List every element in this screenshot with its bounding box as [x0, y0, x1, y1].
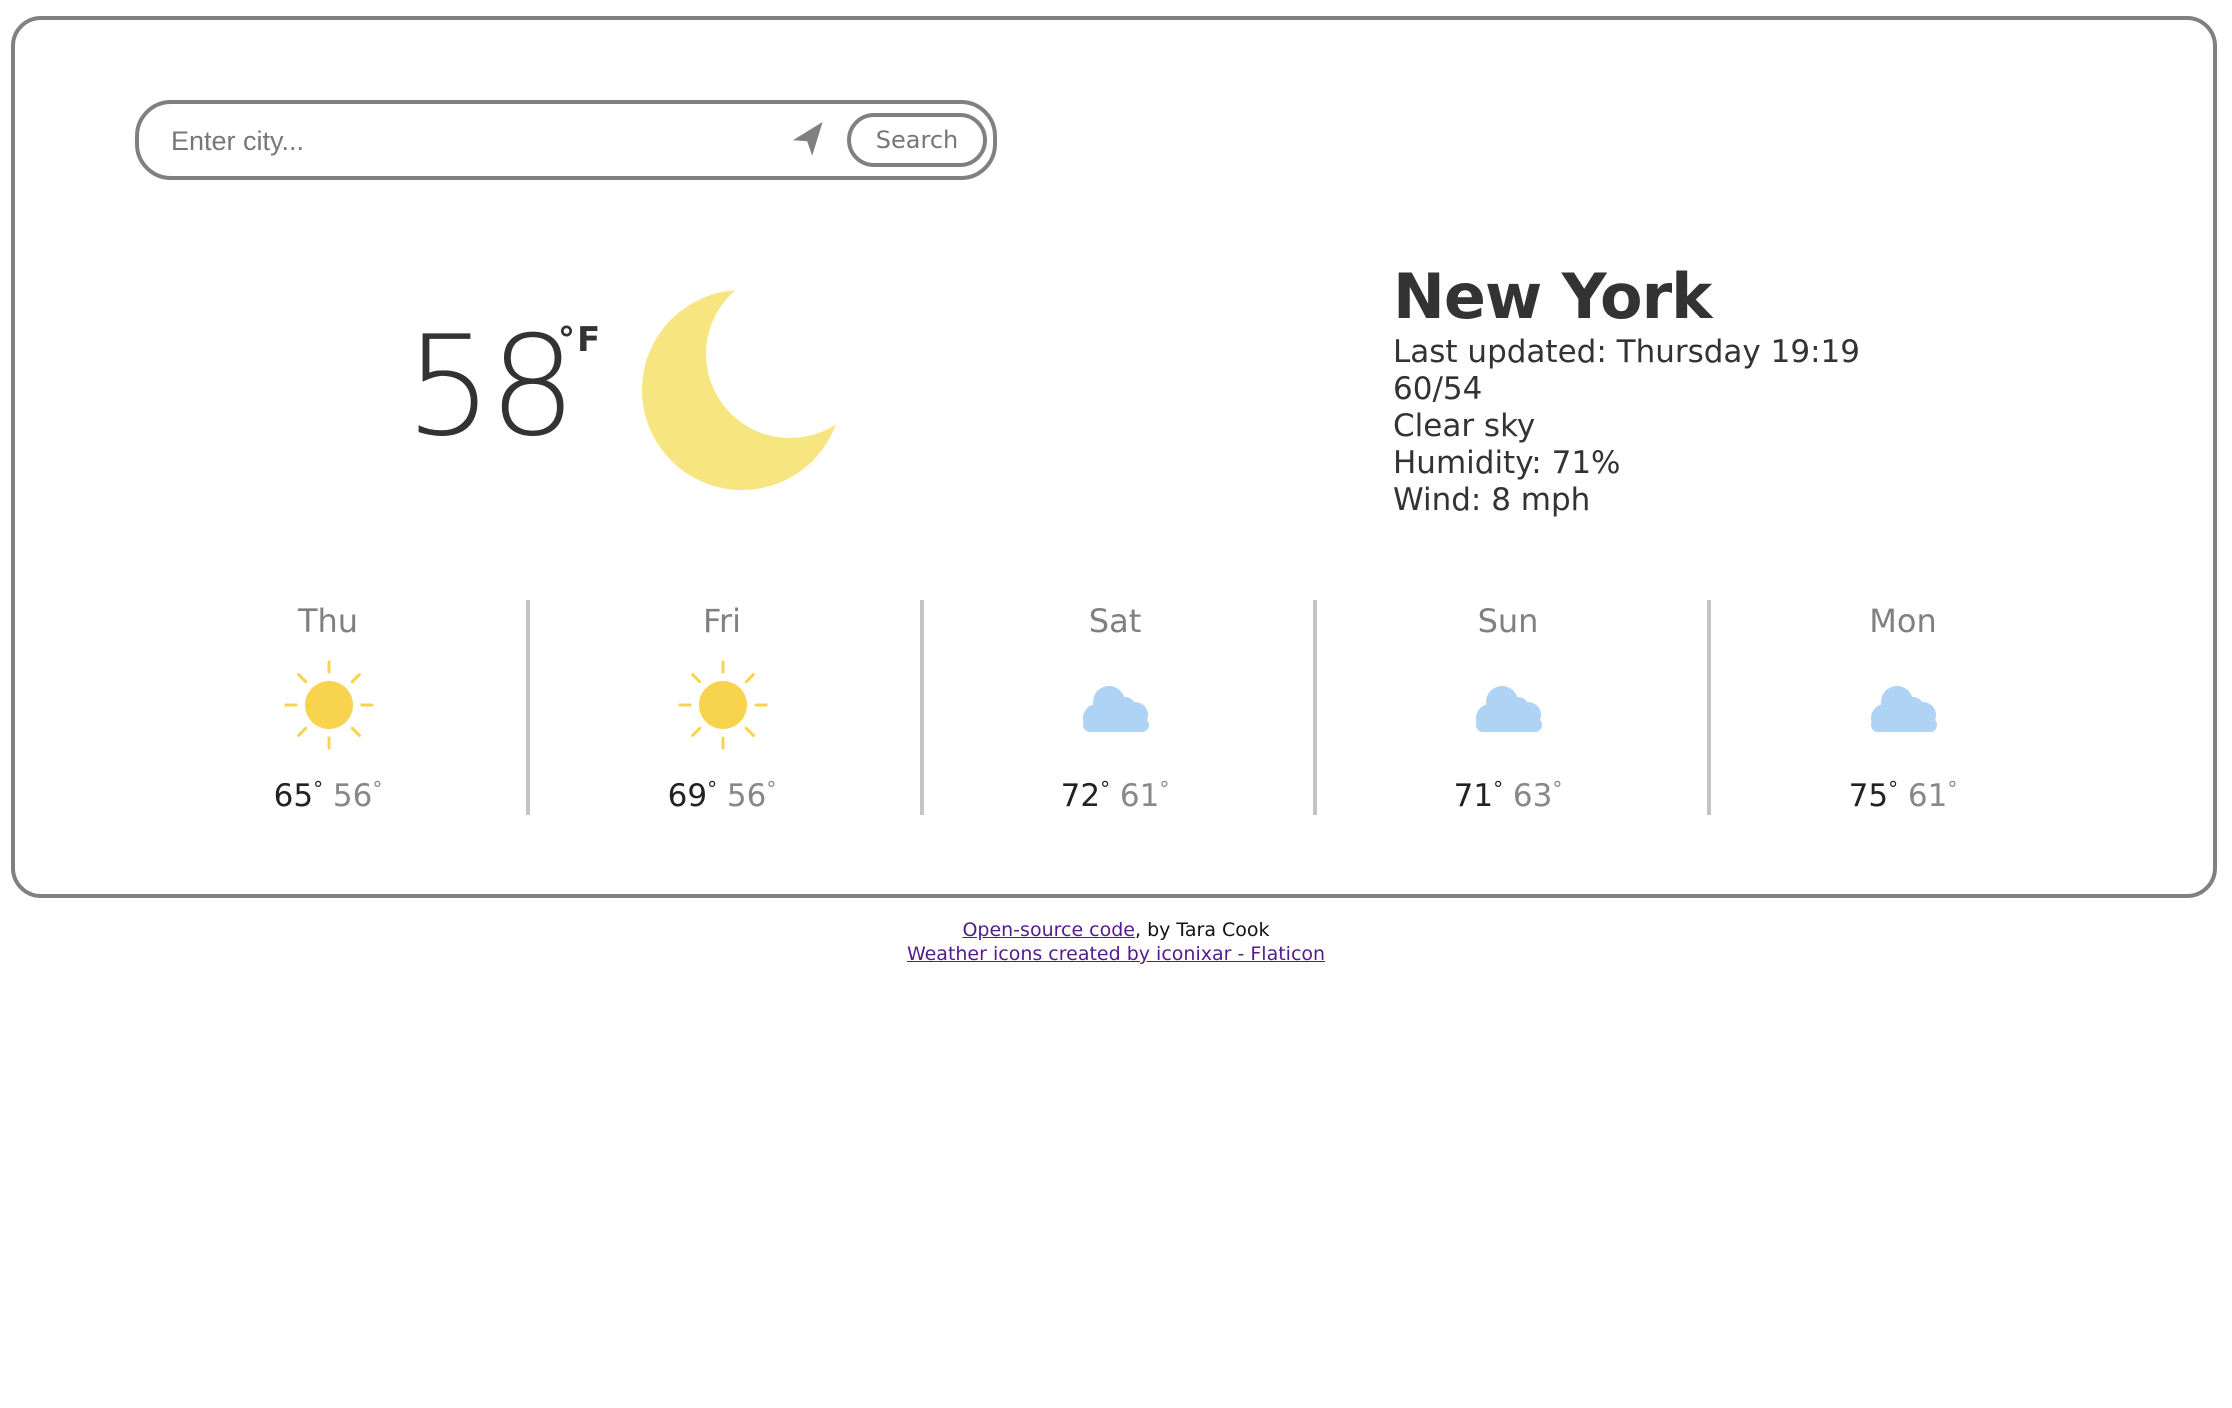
cloud-icon: [1464, 660, 1554, 750]
forecast-divider: [1313, 600, 1317, 815]
forecast-day-label: Sun: [1477, 602, 1539, 640]
forecast-low: 61: [1119, 778, 1160, 814]
current-temperature: 58: [405, 306, 577, 467]
forecast-low: 56: [332, 778, 373, 814]
wind: Wind: 8 mph: [1393, 482, 1591, 518]
forecast-low: 61: [1907, 778, 1948, 814]
crescent-moon-icon: [642, 290, 842, 490]
degree-symbol: °: [1552, 777, 1563, 801]
location-details: New York Last updated: Thursday 19:19 60…: [1393, 260, 1860, 519]
forecast-day-label: Thu: [297, 602, 359, 640]
cloud-icon: [1071, 660, 1161, 750]
author-text: , by Tara Cook: [1135, 919, 1270, 941]
degree-symbol: °: [1100, 777, 1111, 801]
forecast-temps: 69° 56°: [572, 777, 872, 814]
degree-symbol: °: [1493, 777, 1504, 801]
forecast-divider: [526, 600, 530, 815]
forecast-high: 72: [1060, 778, 1101, 814]
high-low: 60/54: [1393, 371, 1483, 407]
forecast-temps: 65° 56°: [178, 777, 478, 814]
forecast-high: 75: [1848, 778, 1889, 814]
forecast-temps: 75° 61°: [1753, 777, 2053, 814]
sun-icon: [284, 660, 374, 750]
forecast-divider: [920, 600, 924, 815]
search-button[interactable]: Search: [847, 113, 987, 167]
forecast-day-label: Fri: [702, 602, 742, 640]
forecast-day-label: Sat: [1088, 602, 1142, 640]
degree-symbol: °: [313, 777, 324, 801]
forecast-temps: 72° 61°: [965, 777, 1265, 814]
city-name: New York: [1393, 260, 1712, 333]
forecast-high: 69: [667, 778, 708, 814]
forecast-high: 65: [273, 778, 314, 814]
cloud-icon: [1859, 660, 1949, 750]
footer: Open-source code, by Tara Cook Weather i…: [0, 918, 2232, 966]
navigation-arrow-icon[interactable]: [789, 120, 829, 160]
degree-symbol: °: [707, 777, 718, 801]
sun-icon: [678, 660, 768, 750]
temperature-unit-toggle[interactable]: °F: [558, 320, 602, 360]
degree-symbol: °: [372, 777, 383, 801]
city-search-input[interactable]: [169, 118, 773, 164]
forecast-low: 56: [726, 778, 767, 814]
degree-symbol: °: [1888, 777, 1899, 801]
forecast-divider: [1707, 600, 1711, 815]
forecast-high: 71: [1453, 778, 1494, 814]
weather-description: Clear sky: [1393, 408, 1536, 444]
forecast-day-label: Mon: [1869, 602, 1937, 640]
degree-symbol: °: [1159, 777, 1170, 801]
forecast-temps: 71° 63°: [1358, 777, 1658, 814]
humidity: Humidity: 71%: [1393, 445, 1621, 481]
last-updated: Last updated: Thursday 19:19: [1393, 334, 1860, 370]
degree-symbol: °: [1947, 777, 1958, 801]
source-code-link[interactable]: Open-source code: [962, 919, 1135, 941]
search-bar: Search: [135, 100, 997, 180]
forecast-low: 63: [1512, 778, 1553, 814]
icon-credit-link[interactable]: Weather icons created by iconixar - Flat…: [907, 943, 1325, 965]
degree-symbol: °: [766, 777, 777, 801]
